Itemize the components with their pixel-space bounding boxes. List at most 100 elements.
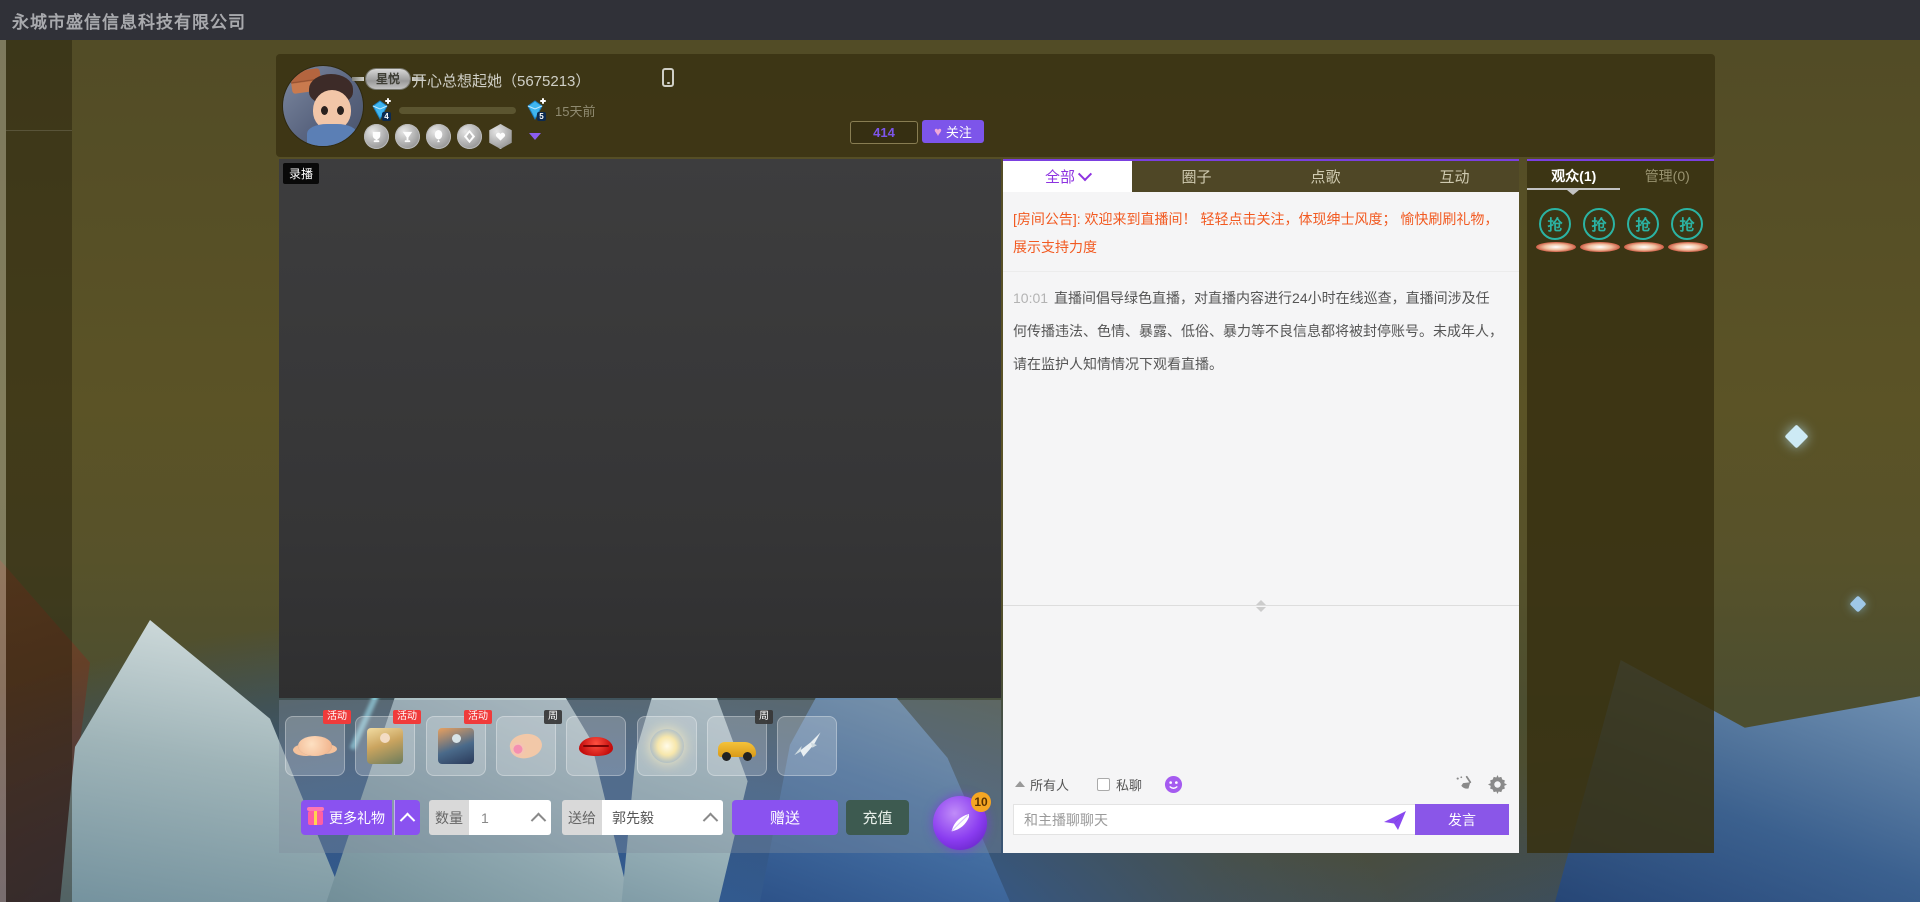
trophy-medal-icon: [364, 124, 389, 149]
more-gifts-label: 更多礼物: [329, 809, 385, 826]
glow-base: [1668, 242, 1708, 252]
level-diamond-icon: 4: [368, 98, 392, 122]
level-progress-bar: [399, 106, 516, 114]
gift-slot-red-lips[interactable]: [566, 716, 626, 776]
audience-select-arrow-icon: [1015, 781, 1025, 787]
gift-slot-glow-flower[interactable]: [637, 716, 697, 776]
chat-message-input[interactable]: [1014, 805, 1415, 834]
grab-red-packet-button[interactable]: 抢: [1668, 208, 1708, 252]
quantity-field: 数量: [429, 800, 551, 835]
send-paper-plane-icon[interactable]: [1383, 810, 1407, 831]
heart-icon: ♥: [934, 124, 942, 139]
gift-slot-airplane[interactable]: [777, 716, 837, 776]
avatar-shirt: [307, 124, 357, 146]
gift-box-icon: [307, 806, 324, 825]
glow-base: [1536, 242, 1576, 252]
tab-admins[interactable]: 管理(0): [1621, 166, 1715, 186]
system-message: 10:01 直播间倡导绿色直播，对直播内容进行24小时在线巡查，直播间涉及任何传播…: [1013, 290, 1503, 372]
splitter-handle-icon[interactable]: [1256, 600, 1266, 612]
private-chat-checkbox[interactable]: [1097, 777, 1111, 791]
chevron-up-icon: [399, 812, 416, 829]
recharge-button[interactable]: 充值: [846, 800, 909, 835]
viewer-count-box: 414: [850, 121, 918, 144]
goddess-card-gift-icon: [367, 728, 403, 764]
gem-medal-icon: [457, 124, 482, 149]
sports-car-gift-icon: [718, 741, 756, 761]
streamer-name: 开心总想起她（5675213）: [412, 73, 591, 90]
character-card-gift-icon: [438, 728, 474, 764]
expand-medals-arrow[interactable]: [529, 133, 541, 140]
chat-settings-gear-icon[interactable]: [1488, 774, 1507, 794]
activity-badge: 活动: [393, 710, 421, 724]
feather-icon: [951, 814, 969, 832]
send-to-dropdown[interactable]: [697, 800, 723, 835]
feather-reward-button[interactable]: 10: [933, 792, 991, 850]
chat-input-row: 发言: [1013, 804, 1509, 835]
chat-splitter[interactable]: [1003, 600, 1519, 612]
window-title-bar: 永城市盛信信息科技有限公司: [0, 0, 1920, 40]
gift-slot-ring-hand[interactable]: 周: [496, 710, 562, 776]
rank-badge: 星悦: [351, 69, 411, 89]
more-gifts-button[interactable]: 更多礼物: [301, 800, 392, 835]
peach-cloud-gift-icon: [298, 736, 332, 756]
chat-tabs: 全部 圈子 点歌 互动: [1003, 161, 1519, 192]
activity-badge: 活动: [323, 710, 351, 724]
quantity-input[interactable]: [479, 808, 525, 827]
viewers-tabs: 观众(1) 管理(0): [1527, 161, 1715, 195]
heart-medal-icon: [489, 124, 512, 149]
message-timestamp: 10:01: [1013, 290, 1049, 306]
tab-circle[interactable]: 圈子: [1132, 161, 1261, 192]
gift-slot-goddess-card[interactable]: 活动: [355, 710, 421, 776]
grab-red-packet-button[interactable]: 抢: [1536, 208, 1576, 252]
weekly-badge: 周: [755, 710, 773, 724]
next-level-diamond-icon: 5: [523, 98, 547, 122]
glow-flower-gift-icon: [650, 729, 684, 763]
follow-button[interactable]: ♥ 关注: [922, 120, 984, 143]
recording-badge: 录播: [283, 163, 320, 184]
svg-text:4: 4: [384, 112, 389, 121]
send-to-value[interactable]: 郭先毅: [602, 800, 697, 835]
live-room-page: 永城市盛信信息科技有限公司 星悦 开心总想起她（5675213） 4 5 15天…: [0, 0, 1920, 902]
streamer-header-panel: 星悦 开心总想起她（5675213） 4 5 15天前 414 ♥ 关注: [276, 54, 1715, 157]
grab-red-packet-button[interactable]: 抢: [1624, 208, 1664, 252]
tab-song-request[interactable]: 点歌: [1261, 161, 1390, 192]
tab-viewers[interactable]: 观众(1): [1527, 166, 1621, 186]
streamer-avatar[interactable]: [283, 66, 363, 146]
airplane-gift-icon: [794, 732, 821, 757]
clear-chat-broom-icon[interactable]: [1454, 775, 1474, 793]
tab-interaction[interactable]: 互动: [1390, 161, 1519, 192]
mobile-phone-icon: [662, 68, 674, 87]
active-tab-notch: [1567, 190, 1579, 195]
send-message-button[interactable]: 发言: [1415, 804, 1509, 835]
emoji-button[interactable]: [1164, 775, 1183, 794]
medal-row: [364, 124, 541, 149]
send-to-field: 送给 郭先毅: [562, 800, 723, 835]
balloon-medal-icon: [426, 124, 451, 149]
red-packet-row: 抢 抢 抢 抢: [1527, 190, 1714, 252]
chat-toolbar: 所有人 私聊: [1015, 773, 1507, 795]
chevron-down-icon: [1077, 166, 1093, 181]
room-announcement: [房间公告]: 欢迎来到直播间！ 轻轻点击关注，体现绅士风度； 愉快刷刷礼物，展…: [1003, 192, 1519, 272]
expand-gift-panel-button[interactable]: [394, 800, 420, 835]
gift-slot-character-card[interactable]: 活动: [426, 710, 492, 776]
chat-panel: 全部 圈子 点歌 互动 [房间公告]: 欢迎来到直播间！ 轻轻点击关注，体现绅士…: [1003, 159, 1519, 853]
chevron-up-icon: [530, 812, 546, 829]
grab-icon: 抢: [1539, 208, 1571, 240]
glow-base: [1624, 242, 1664, 252]
gift-slot-sports-car[interactable]: 周: [707, 710, 773, 776]
grab-icon: 抢: [1627, 208, 1659, 240]
follow-label: 关注: [945, 125, 972, 140]
company-title: 永城市盛信信息科技有限公司: [12, 12, 246, 32]
glow-base: [1580, 242, 1620, 252]
give-gift-button[interactable]: 赠送: [732, 800, 838, 835]
video-player[interactable]: 录播: [279, 159, 1001, 698]
quantity-stepper[interactable]: [525, 800, 551, 835]
audience-select[interactable]: 所有人: [1030, 775, 1069, 794]
gift-tray-panel: 活动 活动 活动 周 周 更多礼物 数量 1 送给 郭先毅 赠送 充值 10: [279, 700, 1001, 853]
viewers-panel: 观众(1) 管理(0) 抢 抢 抢 抢: [1527, 159, 1714, 853]
grab-red-packet-button[interactable]: 抢: [1580, 208, 1620, 252]
grab-icon: 抢: [1583, 208, 1615, 240]
gift-slot-peach-cloud[interactable]: 活动: [285, 710, 351, 776]
svg-text:5: 5: [539, 112, 544, 121]
tab-all[interactable]: 全部: [1003, 161, 1132, 192]
